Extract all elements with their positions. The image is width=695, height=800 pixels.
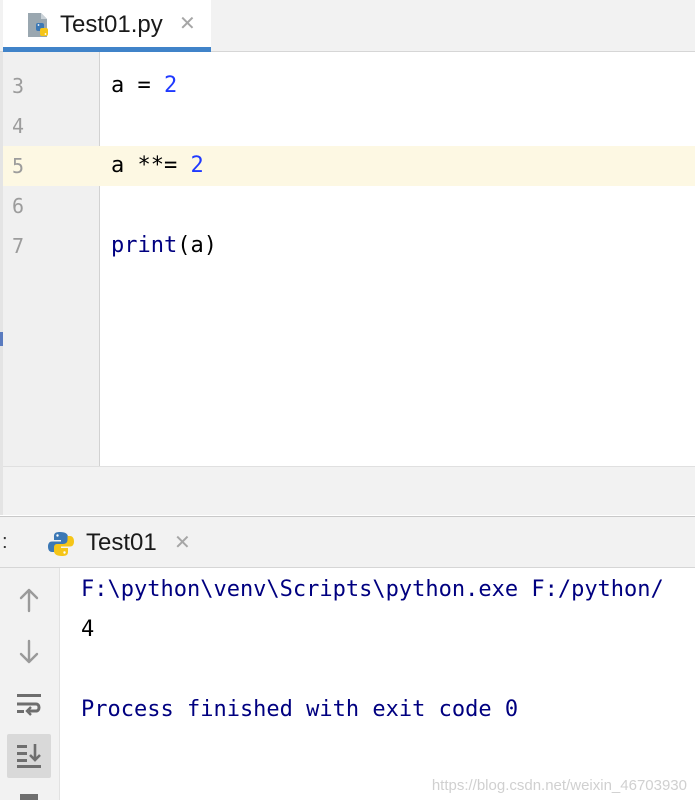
console-line: F:\python\venv\Scripts\python.exe F:/pyt… <box>81 577 664 602</box>
code-number: 2 <box>190 153 204 178</box>
code-line-current[interactable]: a **= 2 <box>100 146 695 186</box>
line-number: 6 <box>12 194 25 218</box>
code-line[interactable]: a = 2 <box>100 66 695 106</box>
soft-wrap-icon <box>17 694 41 716</box>
close-icon[interactable]: ✕ <box>174 530 191 554</box>
run-toolbar <box>0 568 60 800</box>
tab-test01-py[interactable]: Test01.py ✕ <box>3 0 211 52</box>
watermark: https://blog.csdn.net/weixin_46703930 <box>431 777 687 794</box>
toolbar-overflow-icon <box>20 794 38 800</box>
up-arrow-icon <box>19 588 39 613</box>
code-text: a **= <box>111 153 191 178</box>
console-output[interactable]: F:\python\venv\Scripts\python.exe F:/pyt… <box>60 568 695 800</box>
line-number: 3 <box>12 74 25 98</box>
down-arrow-icon <box>19 639 39 664</box>
code-editor[interactable]: 3 4 5 6 7 a = 2 a **= 2 print(a) <box>0 52 695 515</box>
tab-label: Test01.py <box>60 11 163 38</box>
left-marker <box>0 332 3 346</box>
tab-run-test01[interactable]: Test01 ✕ <box>36 517 206 568</box>
console-line: 4 <box>81 617 95 642</box>
line-number: 4 <box>12 114 25 138</box>
run-tool-window-header: : Test01 ✕ <box>0 516 695 568</box>
code-line[interactable] <box>100 186 695 226</box>
code-text: a = <box>111 73 164 98</box>
python-file-icon <box>28 13 48 37</box>
run-tab-label: Test01 <box>86 529 157 556</box>
up-arrow-button[interactable] <box>7 578 51 622</box>
down-arrow-button[interactable] <box>7 630 51 674</box>
close-icon[interactable]: ✕ <box>179 11 196 35</box>
code-line[interactable]: print(a) <box>100 226 695 266</box>
code-text: (a) <box>177 233 217 258</box>
scroll-to-end-button[interactable] <box>7 734 51 778</box>
editor-footer <box>3 466 695 515</box>
run-label-prefix: : <box>2 531 8 553</box>
python-icon <box>48 532 74 556</box>
code-number: 2 <box>163 73 178 98</box>
code-builtin: print <box>111 233 178 258</box>
editor-tab-bar: Test01.py ✕ <box>0 0 695 52</box>
line-number: 5 <box>12 154 25 178</box>
soft-wrap-button[interactable] <box>7 682 51 726</box>
line-number: 7 <box>12 234 25 258</box>
code-line[interactable] <box>100 106 695 146</box>
scroll-to-end-icon <box>17 744 41 768</box>
console-line: Process finished with exit code 0 <box>81 697 519 722</box>
